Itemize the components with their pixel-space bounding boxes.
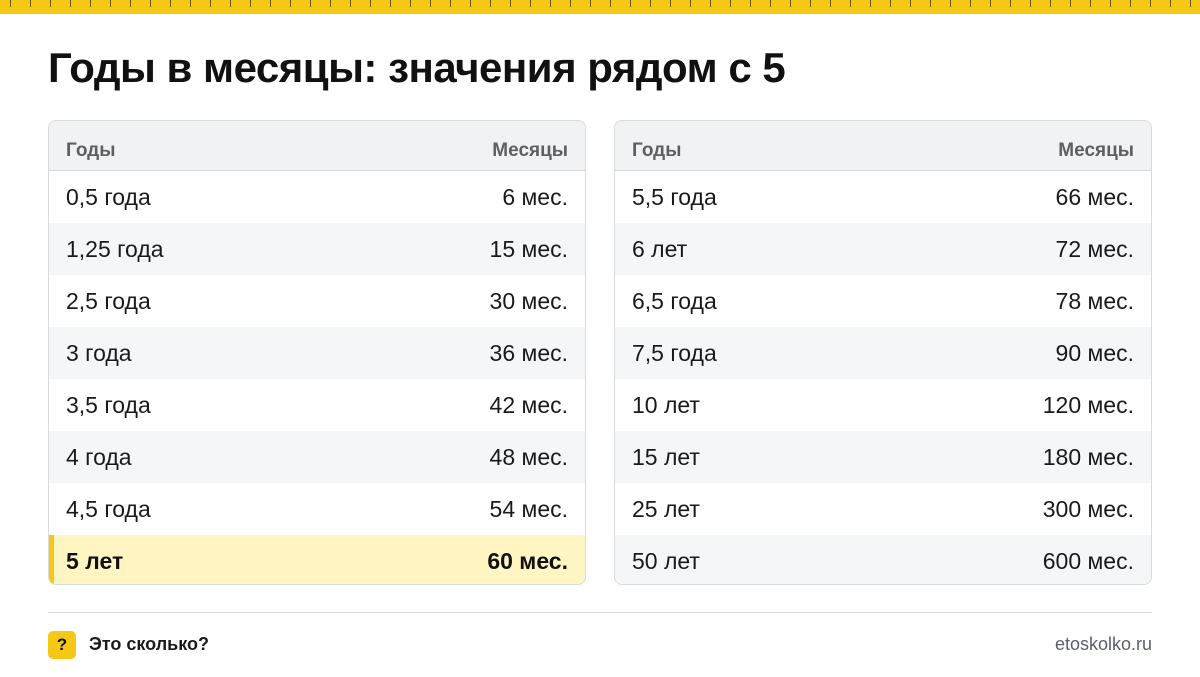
table-row: 3,5 года 42 мес.	[49, 379, 585, 431]
table-row: 10 лет 120 мес.	[615, 379, 1151, 431]
column-header-years: Годы	[66, 140, 116, 161]
cell-years: 3,5 года	[66, 391, 151, 418]
cell-years: 5 лет	[66, 547, 124, 574]
cell-months: 66 мес.	[1055, 183, 1134, 210]
cell-months: 30 мес.	[489, 287, 568, 314]
cell-months: 54 мес.	[489, 495, 568, 522]
column-header-months: Месяцы	[1058, 140, 1134, 161]
conversion-table-right: Годы Месяцы 5,5 года 66 мес. 6 лет 72 ме…	[614, 120, 1152, 585]
table-row: 3 года 36 мес.	[49, 327, 585, 379]
cell-years: 15 лет	[632, 443, 700, 470]
cell-years: 50 лет	[632, 547, 700, 574]
column-header-months: Месяцы	[492, 140, 568, 161]
cell-months: 42 мес.	[489, 391, 568, 418]
table-row: 5,5 года 66 мес.	[615, 171, 1151, 223]
cell-years: 4 года	[66, 443, 132, 470]
cell-years: 7,5 года	[632, 339, 717, 366]
cell-years: 4,5 года	[66, 495, 151, 522]
cell-years: 5,5 года	[632, 183, 717, 210]
site-url[interactable]: etoskolko.ru	[1055, 634, 1152, 655]
cell-months: 72 мес.	[1055, 235, 1134, 262]
cell-years: 10 лет	[632, 391, 700, 418]
cell-months: 78 мес.	[1055, 287, 1134, 314]
footer-divider	[48, 612, 1152, 613]
cell-months: 48 мес.	[489, 443, 568, 470]
table-header: Годы Месяцы	[615, 121, 1151, 171]
cell-years: 3 года	[66, 339, 132, 366]
cell-months: 15 мес.	[489, 235, 568, 262]
table-body: 0,5 года 6 мес. 1,25 года 15 мес. 2,5 го…	[49, 171, 585, 584]
cell-months: 180 мес.	[1042, 443, 1134, 470]
table-body: 5,5 года 66 мес. 6 лет 72 мес. 6,5 года …	[615, 171, 1151, 584]
cell-years: 2,5 года	[66, 287, 151, 314]
page-title: Годы в месяцы: значения рядом с 5	[48, 44, 786, 91]
table-row: 50 лет 600 мес.	[615, 535, 1151, 584]
table-row: 4 года 48 мес.	[49, 431, 585, 483]
conversion-table-left: Годы Месяцы 0,5 года 6 мес. 1,25 года 15…	[48, 120, 586, 585]
cell-years: 0,5 года	[66, 183, 151, 210]
table-row: 0,5 года 6 мес.	[49, 171, 585, 223]
cell-months: 60 мес.	[487, 547, 568, 574]
table-header: Годы Месяцы	[49, 121, 585, 171]
cell-months: 120 мес.	[1042, 391, 1134, 418]
table-row: 6 лет 72 мес.	[615, 223, 1151, 275]
question-icon: ?	[48, 631, 76, 659]
table-row: 25 лет 300 мес.	[615, 483, 1151, 535]
cell-years: 1,25 года	[66, 235, 164, 262]
table-row: 4,5 года 54 мес.	[49, 483, 585, 535]
table-row: 1,25 года 15 мес.	[49, 223, 585, 275]
table-row-highlighted: 5 лет 60 мес.	[49, 535, 585, 584]
cell-months: 600 мес.	[1042, 547, 1134, 574]
table-row: 7,5 года 90 мес.	[615, 327, 1151, 379]
table-row: 6,5 года 78 мес.	[615, 275, 1151, 327]
column-header-years: Годы	[632, 140, 682, 161]
cell-years: 6,5 года	[632, 287, 717, 314]
cell-months: 36 мес.	[489, 339, 568, 366]
cell-months: 90 мес.	[1055, 339, 1134, 366]
table-row: 2,5 года 30 мес.	[49, 275, 585, 327]
cell-months: 300 мес.	[1042, 495, 1134, 522]
ruler-decoration	[0, 0, 1200, 14]
cell-years: 6 лет	[632, 235, 688, 262]
cell-years: 25 лет	[632, 495, 700, 522]
table-row: 15 лет 180 мес.	[615, 431, 1151, 483]
cell-months: 6 мес.	[502, 183, 568, 210]
brand-name: Это сколько?	[89, 634, 209, 654]
